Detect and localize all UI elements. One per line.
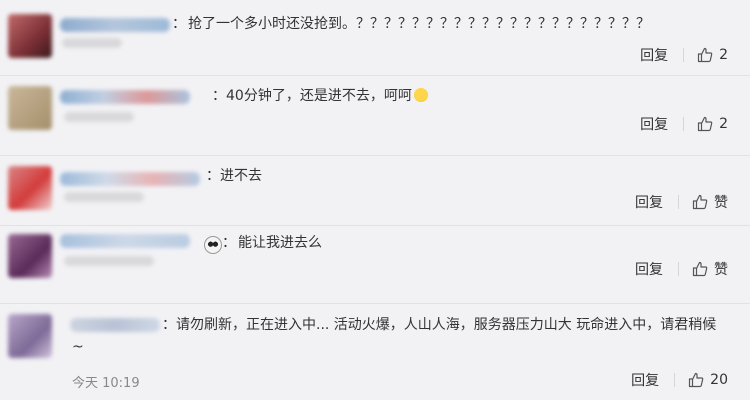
- username-blurred-trail: [64, 256, 154, 266]
- comment-timestamp: 今天 10:19: [72, 376, 140, 391]
- like-count: 2: [719, 116, 728, 132]
- comment-text-content: 40分钟了，还是进不去，呵呵: [226, 88, 412, 104]
- comment-actions: 回复 2: [640, 45, 728, 65]
- username-blurred[interactable]: [60, 90, 190, 104]
- action-divider: [683, 117, 685, 131]
- comment-item: ： 40分钟了，还是进不去，呵呵 回复 2: [0, 76, 750, 156]
- avatar[interactable]: [8, 166, 52, 210]
- comment-item: ： 抢了一个多小时还没抢到。？？？？？？？？？？？？？？？？？？？？？ 回复 2: [0, 0, 750, 76]
- action-divider: [683, 48, 685, 62]
- panda-emoji-icon: [204, 236, 222, 254]
- like-button[interactable]: 赞: [692, 259, 728, 279]
- reply-button[interactable]: 回复: [635, 192, 663, 212]
- username-blurred-trail: [62, 38, 122, 48]
- comment-text: 能让我进去么: [238, 235, 322, 251]
- comment-actions: 回复 赞: [635, 259, 728, 279]
- thumbs-up-icon: [692, 194, 708, 210]
- comment-text: 抢了一个多小时还没抢到。？？？？？？？？？？？？？？？？？？？？？: [188, 16, 650, 32]
- comment-text: 40分钟了，还是进不去，呵呵: [226, 85, 428, 107]
- thumbs-up-icon: [697, 116, 713, 132]
- comment-actions: 回复 赞: [635, 192, 728, 212]
- username-blurred[interactable]: [60, 172, 200, 186]
- comment-text: 请勿刷新，正在进入中... 活动火爆，人山人海，服务器压力山大 玩命进入中，请君…: [72, 317, 717, 355]
- avatar[interactable]: [8, 314, 52, 358]
- thumbs-up-icon: [689, 372, 704, 388]
- like-button[interactable]: 2: [697, 47, 728, 63]
- username-blurred[interactable]: [60, 18, 170, 32]
- like-count: 赞: [714, 262, 728, 278]
- reply-button[interactable]: 回复: [635, 259, 663, 279]
- like-button[interactable]: 20: [688, 372, 728, 388]
- username-blurred-trail: [64, 112, 134, 122]
- reply-button[interactable]: 回复: [640, 114, 668, 134]
- comment-actions: 回复 2: [640, 114, 728, 134]
- avatar[interactable]: [8, 14, 52, 58]
- comment-separator: ：: [212, 88, 226, 104]
- reply-button[interactable]: 回复: [640, 45, 668, 65]
- like-count: 20: [710, 372, 728, 388]
- comment-text: 进不去: [220, 168, 262, 184]
- comment-item: ： 请勿刷新，正在进入中... 活动火爆，人山人海，服务器压力山大 玩命进入中，…: [0, 304, 750, 400]
- username-blurred[interactable]: [60, 234, 190, 248]
- like-count: 赞: [714, 195, 728, 211]
- avatar[interactable]: [8, 234, 52, 278]
- thumbs-up-icon: [692, 261, 708, 277]
- reply-button[interactable]: 回复: [631, 370, 659, 390]
- comment-separator: ：: [206, 168, 220, 184]
- like-button[interactable]: 2: [697, 116, 728, 132]
- comment-actions: 回复 20: [631, 370, 728, 390]
- comment-item: ： 能让我进去么 回复 赞: [0, 226, 750, 304]
- comment-separator: ：: [222, 235, 236, 251]
- thumbs-up-icon: [697, 47, 713, 63]
- like-button[interactable]: 赞: [692, 192, 728, 212]
- like-count: 2: [719, 47, 728, 63]
- comment-item: ： 进不去 回复 赞: [0, 156, 750, 226]
- smile-emoji-icon: [413, 88, 428, 102]
- action-divider: [678, 195, 679, 209]
- username-blurred-trail: [64, 192, 144, 202]
- action-divider: [674, 373, 676, 387]
- action-divider: [678, 262, 679, 276]
- avatar[interactable]: [8, 86, 52, 130]
- comment-separator: ：: [172, 16, 186, 32]
